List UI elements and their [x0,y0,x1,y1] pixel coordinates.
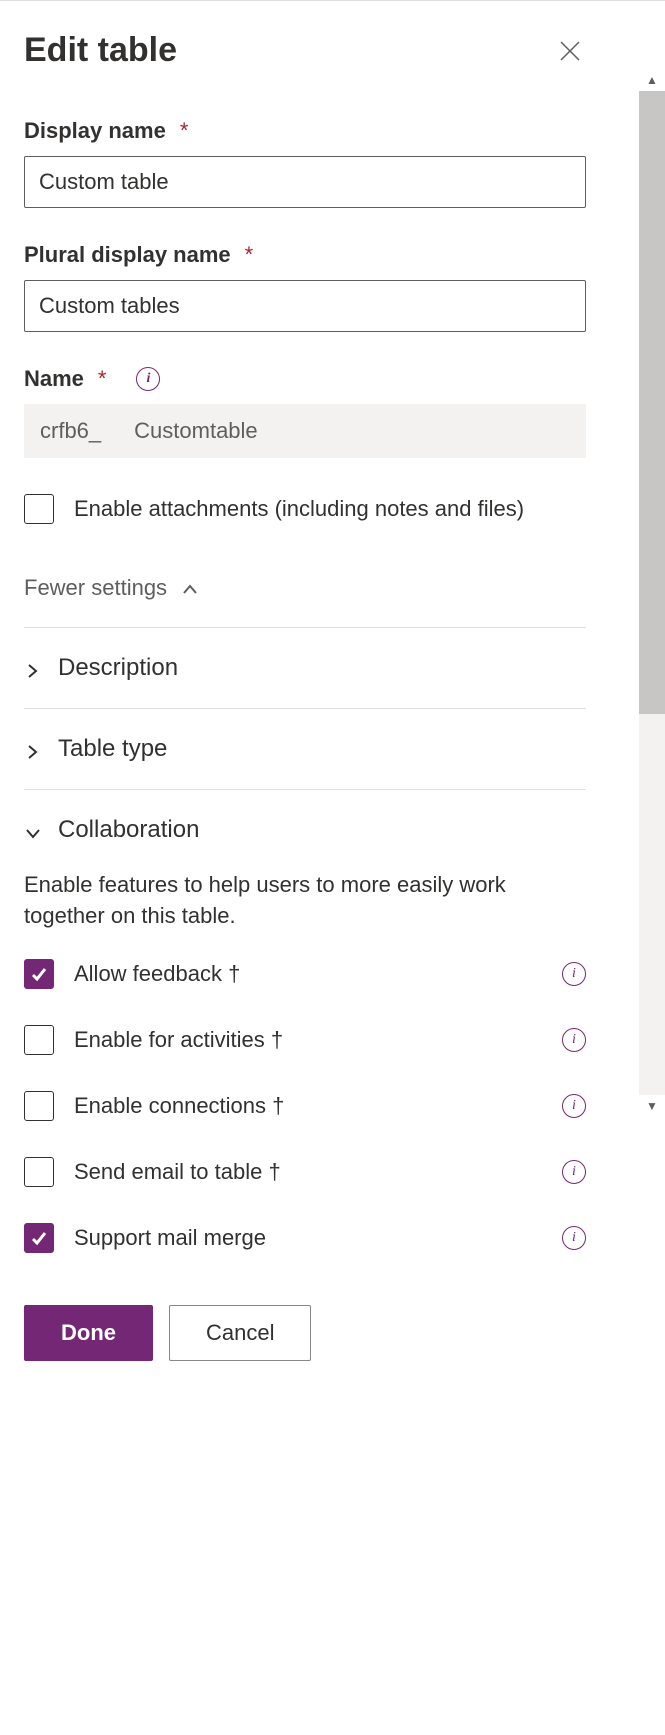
panel-header: Edit table [24,31,586,70]
mail-merge-checkbox[interactable] [24,1223,54,1253]
check-icon [30,1229,48,1247]
enable-connections-row: Enable connections † i [24,1091,586,1121]
plural-name-field: Plural display name* [24,242,586,332]
chevron-up-icon [181,579,199,597]
cancel-button[interactable]: Cancel [169,1305,311,1361]
scrollbar-track[interactable]: ▲ ▼ [639,91,665,1095]
attachments-row: Enable attachments (including notes and … [24,494,586,525]
edit-table-panel: Edit table Display name* Plural display … [0,0,665,1385]
attachments-label: Enable attachments (including notes and … [74,494,524,525]
scroll-up-arrow[interactable]: ▲ [639,69,665,91]
chevron-down-icon [24,821,42,839]
display-name-field: Display name* [24,118,586,208]
enable-activities-row: Enable for activities † i [24,1025,586,1055]
name-prefix: crfb6_ [24,404,118,458]
info-icon[interactable]: i [562,1028,586,1052]
close-icon [559,40,581,62]
allow-feedback-label: Allow feedback † [74,961,542,987]
collaboration-accordion[interactable]: Collaboration [24,816,586,844]
send-email-checkbox[interactable] [24,1157,54,1187]
scrollbar-thumb[interactable] [639,91,665,714]
required-marker: * [245,242,254,268]
chevron-right-icon [24,659,42,677]
enable-connections-checkbox[interactable] [24,1091,54,1121]
name-input-row: crfb6_ Customtable [24,404,586,458]
send-email-label: Send email to table † [74,1159,542,1185]
chevron-right-icon [24,740,42,758]
info-icon[interactable]: i [562,1160,586,1184]
info-icon[interactable]: i [562,1226,586,1250]
panel-footer: Done Cancel [0,1281,665,1385]
required-marker: * [98,366,107,392]
enable-connections-label: Enable connections † [74,1093,542,1119]
done-button[interactable]: Done [24,1305,153,1361]
attachments-checkbox[interactable] [24,494,54,524]
fewer-settings-toggle[interactable]: Fewer settings [24,575,586,601]
info-icon[interactable]: i [562,1094,586,1118]
scroll-region: Edit table Display name* Plural display … [0,1,610,1281]
info-icon[interactable]: i [136,367,160,391]
mail-merge-label: Support mail merge [74,1225,542,1251]
scroll-down-arrow[interactable]: ▼ [639,1095,665,1117]
check-icon [30,965,48,983]
panel-title: Edit table [24,31,177,70]
table-type-accordion[interactable]: Table type [24,735,586,763]
divider [24,789,586,790]
required-marker: * [180,118,189,144]
allow-feedback-row: Allow feedback † i [24,959,586,989]
plural-name-input[interactable] [24,280,586,332]
name-value: Customtable [118,404,586,458]
mail-merge-row: Support mail merge i [24,1223,586,1253]
divider [24,708,586,709]
allow-feedback-checkbox[interactable] [24,959,54,989]
enable-activities-label: Enable for activities † [74,1027,542,1053]
name-field: Name* i crfb6_ Customtable [24,366,586,458]
plural-name-label: Plural display name* [24,242,586,268]
name-label: Name* i [24,366,586,392]
enable-activities-checkbox[interactable] [24,1025,54,1055]
send-email-row: Send email to table † i [24,1157,586,1187]
display-name-label: Display name* [24,118,586,144]
description-accordion[interactable]: Description [24,654,586,682]
info-icon[interactable]: i [562,962,586,986]
collaboration-description: Enable features to help users to more ea… [24,870,586,932]
divider [24,627,586,628]
display-name-input[interactable] [24,156,586,208]
close-button[interactable] [554,35,586,67]
